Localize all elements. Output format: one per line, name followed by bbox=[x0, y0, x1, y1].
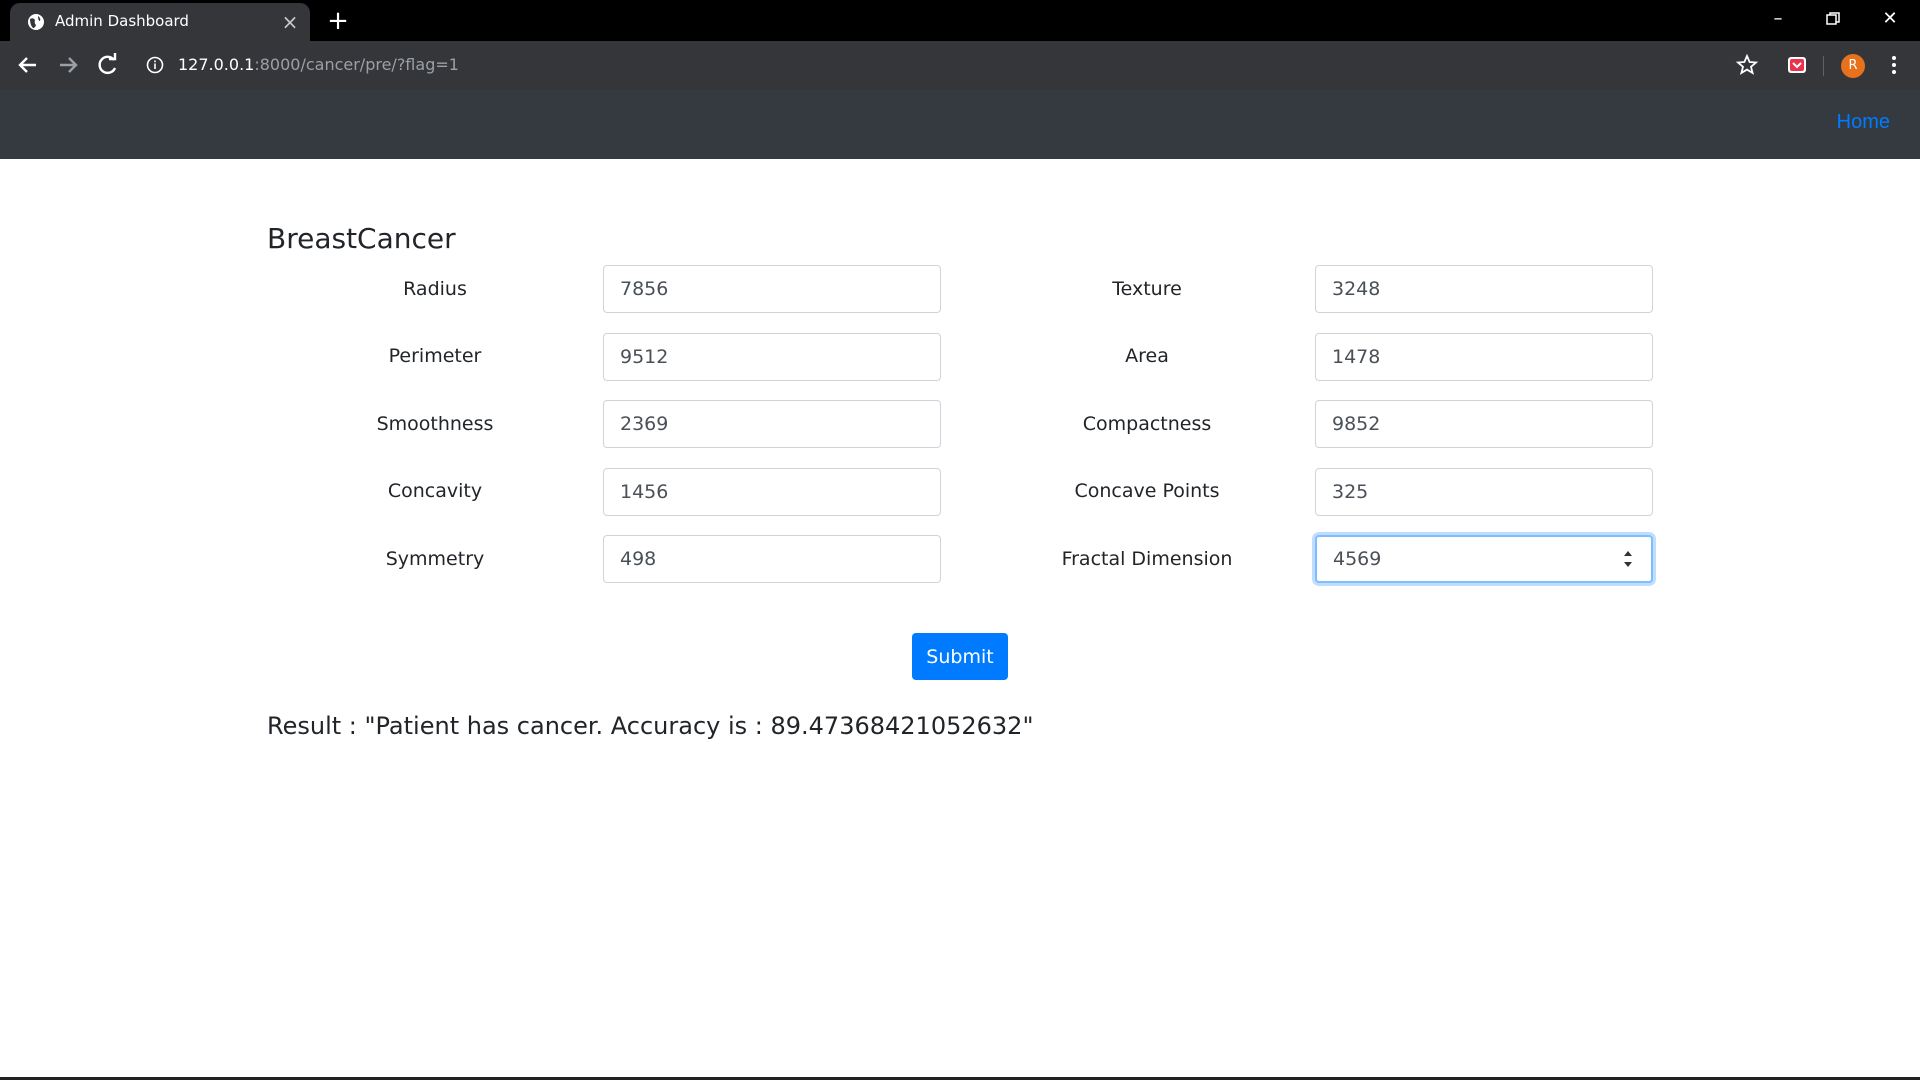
page-title: BreastCancer bbox=[267, 222, 456, 255]
profile-avatar[interactable]: R bbox=[1841, 54, 1865, 78]
concave-points-input[interactable] bbox=[1315, 468, 1653, 516]
url-host: 127.0.0.1 bbox=[178, 55, 255, 74]
smoothness-label: Smoothness bbox=[376, 413, 494, 435]
site-navbar: Home bbox=[0, 89, 1920, 159]
restore-icon[interactable] bbox=[1813, 4, 1853, 34]
bookmark-star-icon[interactable] bbox=[1735, 53, 1759, 77]
texture-input[interactable] bbox=[1315, 265, 1653, 313]
fractal-dimension-input[interactable] bbox=[1315, 535, 1653, 583]
minimize-icon[interactable]: – bbox=[1758, 4, 1798, 34]
compactness-label: Compactness bbox=[1082, 413, 1212, 435]
url-text: 127.0.0.1:8000/cancer/pre/?flag=1 bbox=[178, 55, 459, 74]
new-tab-icon[interactable]: + bbox=[323, 8, 353, 34]
concavity-label: Concavity bbox=[387, 480, 483, 502]
smoothness-input[interactable] bbox=[603, 400, 941, 448]
result-text: Result : "Patient has cancer. Accuracy i… bbox=[267, 712, 1034, 740]
concavity-input[interactable] bbox=[603, 468, 941, 516]
info-icon[interactable] bbox=[146, 56, 164, 74]
reload-icon[interactable] bbox=[94, 51, 122, 79]
menu-kebab-icon[interactable] bbox=[1882, 53, 1906, 77]
symmetry-input[interactable] bbox=[603, 535, 941, 583]
perimeter-label: Perimeter bbox=[388, 345, 482, 367]
radius-input[interactable] bbox=[603, 265, 941, 313]
address-bar[interactable]: 127.0.0.1:8000/cancer/pre/?flag=1 bbox=[140, 47, 1730, 83]
close-tab-icon[interactable]: × bbox=[280, 12, 300, 32]
area-label: Area bbox=[1125, 345, 1169, 367]
tab-title: Admin Dashboard bbox=[55, 12, 189, 30]
area-input[interactable] bbox=[1315, 333, 1653, 381]
concave-points-label: Concave Points bbox=[1074, 480, 1220, 502]
fractal-dimension-label: Fractal Dimension bbox=[1061, 548, 1233, 570]
browser-tab-bar: Admin Dashboard × + – ✕ bbox=[0, 0, 1920, 41]
url-path: :8000/cancer/pre/?flag=1 bbox=[254, 55, 459, 74]
globe-icon bbox=[28, 14, 44, 30]
texture-label: Texture bbox=[1112, 278, 1182, 300]
pocket-icon[interactable] bbox=[1785, 53, 1809, 77]
nav-home-link[interactable]: Home bbox=[1837, 111, 1890, 134]
close-window-icon[interactable]: ✕ bbox=[1870, 4, 1910, 34]
number-spinner-icon[interactable] bbox=[1621, 546, 1635, 572]
browser-tab[interactable]: Admin Dashboard × bbox=[10, 3, 310, 41]
compactness-input[interactable] bbox=[1315, 400, 1653, 448]
perimeter-input[interactable] bbox=[603, 333, 941, 381]
forward-arrow-icon[interactable] bbox=[54, 51, 82, 79]
toolbar-separator bbox=[1823, 56, 1824, 76]
radius-label: Radius bbox=[403, 278, 467, 300]
back-arrow-icon[interactable] bbox=[14, 51, 42, 79]
submit-button[interactable]: Submit bbox=[912, 633, 1008, 680]
browser-toolbar: 127.0.0.1:8000/cancer/pre/?flag=1 R bbox=[0, 41, 1920, 89]
symmetry-label: Symmetry bbox=[385, 548, 485, 570]
